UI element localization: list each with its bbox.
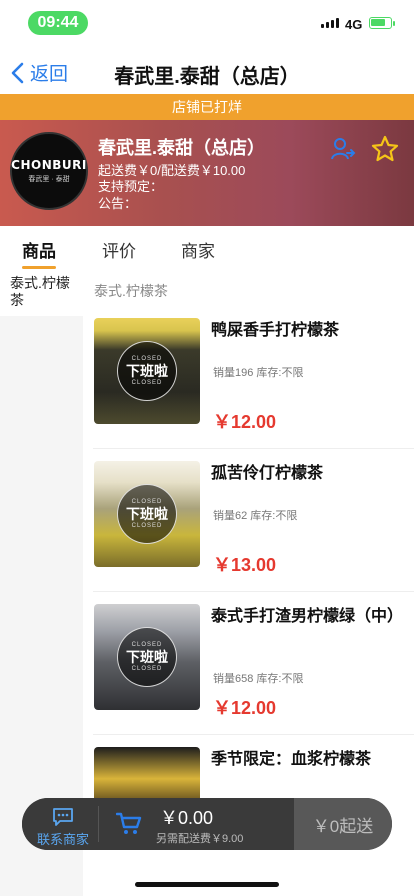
product-name: 孤苦伶仃柠檬茶 [211,465,324,482]
product-name: 泰式手打渣男柠檬绿（中） [211,608,404,625]
network-type: 4G [345,17,363,32]
chat-icon [53,808,73,826]
product-item[interactable]: 季节限定：血浆柠檬茶 [83,747,414,799]
contact-merchant-button[interactable]: 联系商家 [22,798,98,850]
status-time: 09:44 [28,11,88,35]
product-price: ￥13.00 [213,555,277,575]
product-image: CLOSED 下班啦 CLOSED [94,318,200,424]
closed-badge-cn: 下班啦 [126,649,168,665]
tab-active-indicator [22,266,56,269]
divider [98,806,99,842]
cart-total: ￥0.00 [160,808,214,828]
logo-sub-text: 春武里 · 泰甜 [28,176,70,183]
shop-logo: CHONBURI 春武里 · 泰甜 [10,132,88,210]
closed-badge-cn: 下班啦 [126,506,168,522]
tab-reviews[interactable]: 评价 [102,237,136,262]
product-meta: 销量196 库存:不限 [213,367,304,379]
divider [93,448,414,449]
closed-badge: CLOSED 下班啦 CLOSED [117,341,177,401]
signal-icon [321,18,339,28]
product-name: 鸭屎香手打柠檬茶 [211,322,340,339]
checkout-button[interactable]: ￥0起送 [294,798,392,850]
category-title: 泰式.柠檬茶 [94,283,168,299]
product-item[interactable]: CLOSED 下班啦 CLOSED 鸭屎香手打柠檬茶 销量196 库存:不限 ￥… [83,318,414,461]
logo-brand-text: CHONBURI [11,158,87,172]
product-price: ￥12.00 [213,412,277,432]
tab-products[interactable]: 商品 [22,237,56,262]
product-image [94,747,200,799]
product-name: 季节限定：血浆柠檬茶 [211,751,372,768]
closed-badge: CLOSED 下班啦 CLOSED [117,484,177,544]
follow-user-icon[interactable] [330,136,356,167]
closed-badge-en: CLOSED [131,380,163,386]
tab-bar: 商品 评价 商家 [0,226,414,270]
delivery-fee-note: 另需配送费￥9.00 [156,833,244,845]
shop-header: CHONBURI 春武里 · 泰甜 春武里.泰甜（总店） 起送费￥0/配送费￥1… [0,120,414,226]
divider [93,734,414,735]
product-image: CLOSED 下班啦 CLOSED [94,604,200,710]
shopping-cart-icon[interactable] [115,812,142,841]
closed-badge-cn: 下班啦 [126,363,168,379]
cart-bar: 联系商家 ￥0.00 另需配送费￥9.00 ￥0起送 [22,798,392,850]
page-title: 春武里.泰甜（总店） [114,66,300,88]
product-meta: 销量658 库存:不限 [213,673,304,685]
status-bar: 09:44 4G [0,0,414,44]
divider [93,591,414,592]
closed-badge-en: CLOSED [131,523,163,529]
product-price: ￥12.00 [213,698,277,718]
contact-merchant-label: 联系商家 [37,832,90,847]
tab-merchant[interactable]: 商家 [181,237,215,262]
closed-badge-en: CLOSED [131,666,163,672]
battery-icon [369,17,395,29]
favorite-star-icon[interactable] [370,134,400,169]
closed-banner: 店铺已打烊 [0,94,414,120]
shop-name: 春武里.泰甜（总店） [98,138,266,158]
sidebar-item-thai-lemon-tea[interactable]: 泰式.柠檬茶 [0,270,83,316]
closed-badge: CLOSED 下班啦 CLOSED [117,627,177,687]
shop-notice: 公告： [98,196,138,211]
product-item[interactable]: CLOSED 下班啦 CLOSED 孤苦伶仃柠檬茶 销量62 库存:不限 ￥13… [83,461,414,604]
product-item[interactable]: CLOSED 下班啦 CLOSED 泰式手打渣男柠檬绿（中） 销量658 库存:… [83,604,414,747]
product-meta: 销量62 库存:不限 [213,510,298,522]
nav-bar: 返回 春武里.泰甜（总店） [0,44,414,94]
home-indicator[interactable] [135,882,279,887]
product-image: CLOSED 下班啦 CLOSED [94,461,200,567]
